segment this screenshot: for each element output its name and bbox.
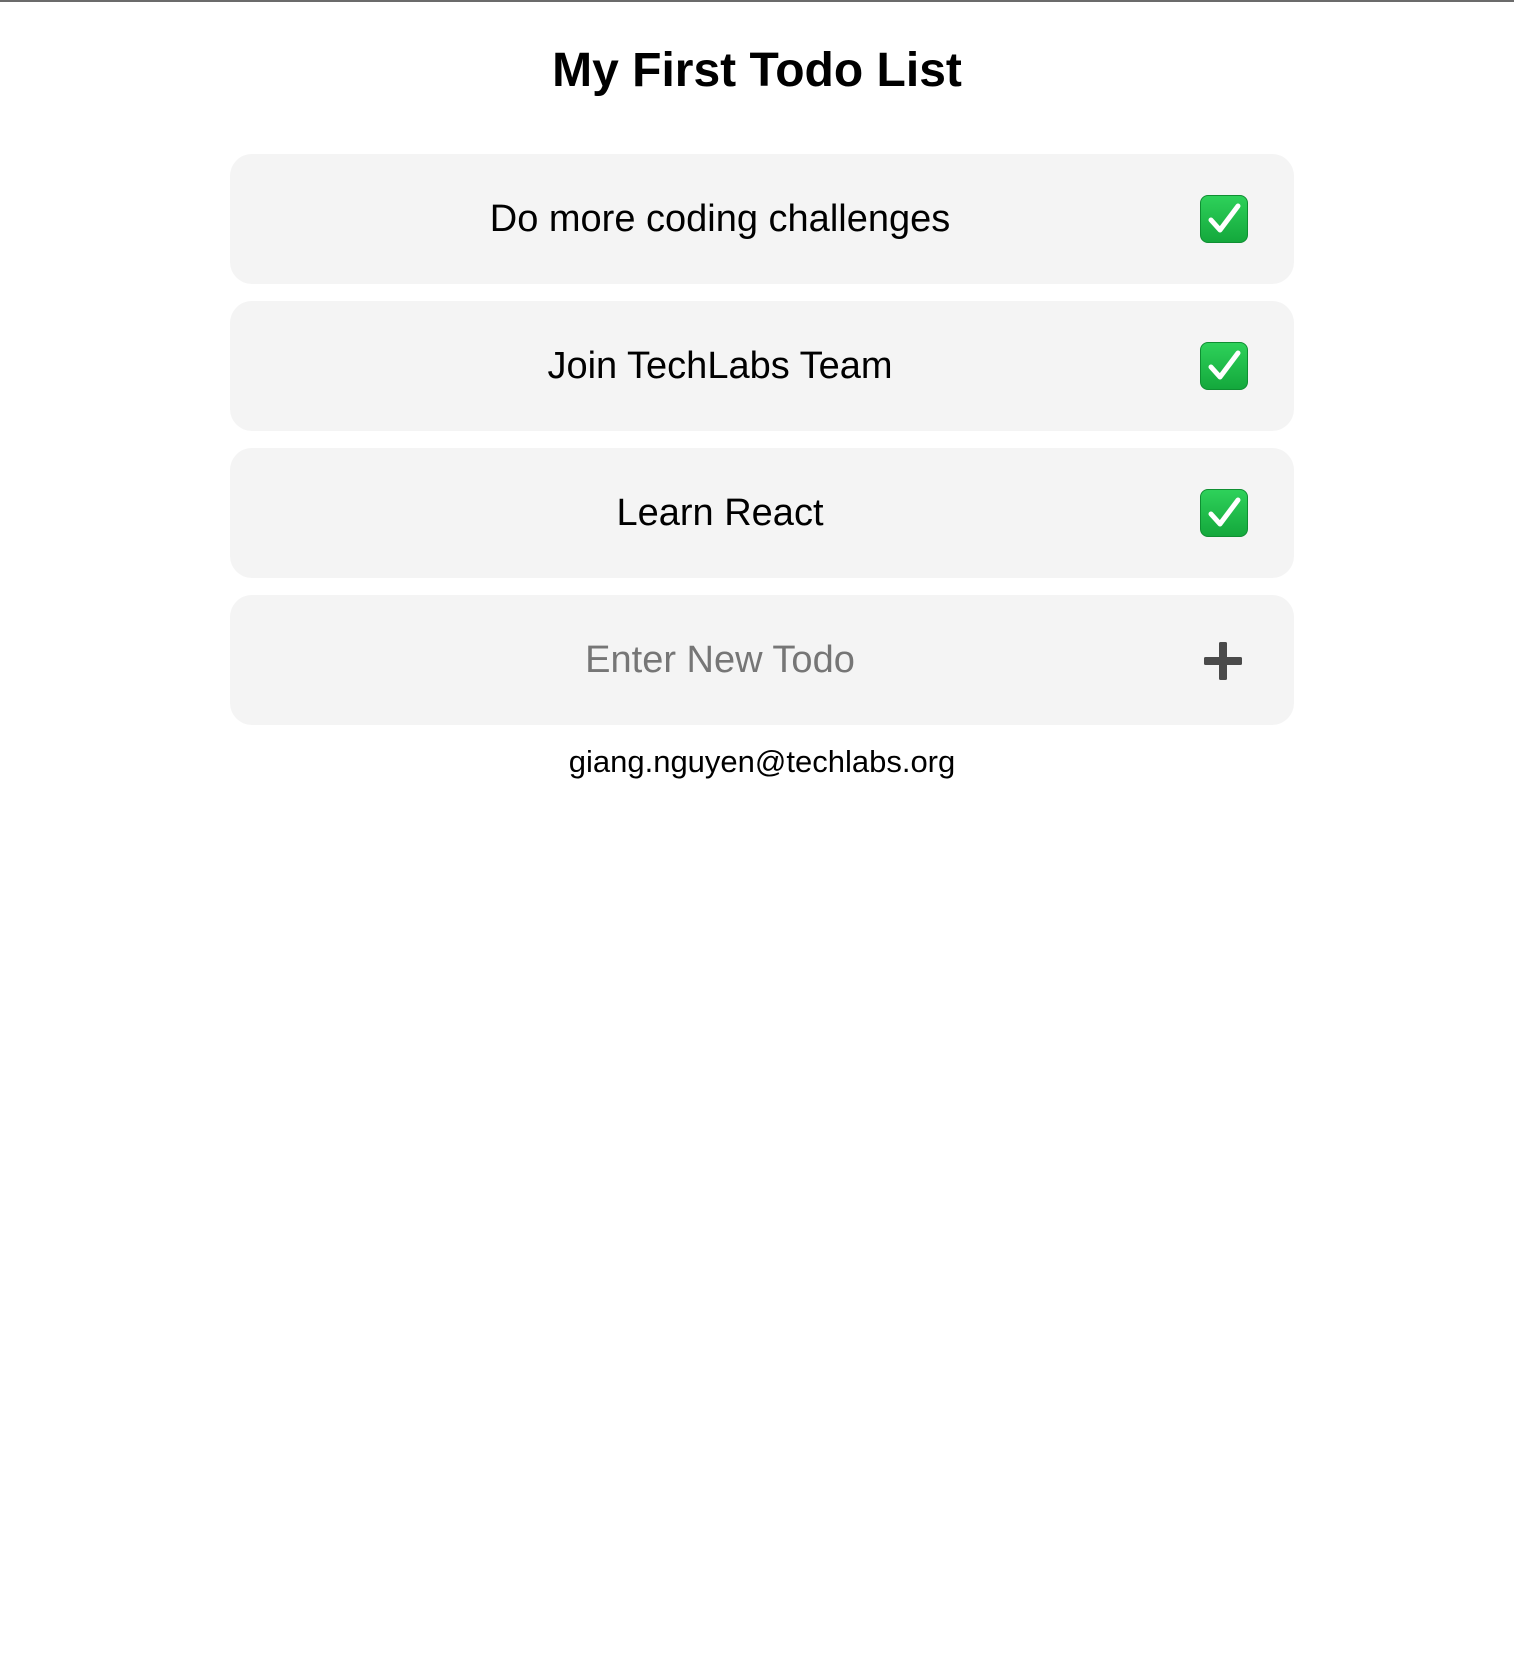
- check-mark-button-icon[interactable]: [1200, 489, 1248, 537]
- todo-item-text: Do more coding challenges: [489, 198, 951, 240]
- check-mark-button-icon[interactable]: [1200, 195, 1248, 243]
- window-top-border: [0, 0, 1514, 2]
- todo-list: Do more coding challenges Join TechLabs …: [230, 154, 1294, 595]
- check-mark-icon: [1208, 203, 1241, 233]
- plus-icon-glyph: [1204, 642, 1242, 680]
- todo-item: Learn React: [230, 448, 1294, 578]
- new-todo-input[interactable]: [230, 595, 1210, 725]
- user-email: giang.nguyen@techlabs.org: [568, 744, 956, 779]
- check-mark-icon: [1208, 350, 1241, 380]
- todo-item-text: Join TechLabs Team: [547, 345, 893, 387]
- check-mark-icon: [1208, 497, 1241, 527]
- plus-icon[interactable]: [1200, 638, 1246, 684]
- page-title: My First Todo List: [552, 44, 962, 97]
- todo-item: Join TechLabs Team: [230, 301, 1294, 431]
- todo-item-text: Learn React: [616, 492, 824, 534]
- todo-item: Do more coding challenges: [230, 154, 1294, 284]
- new-todo-form: [230, 595, 1294, 725]
- check-mark-button-icon[interactable]: [1200, 342, 1248, 390]
